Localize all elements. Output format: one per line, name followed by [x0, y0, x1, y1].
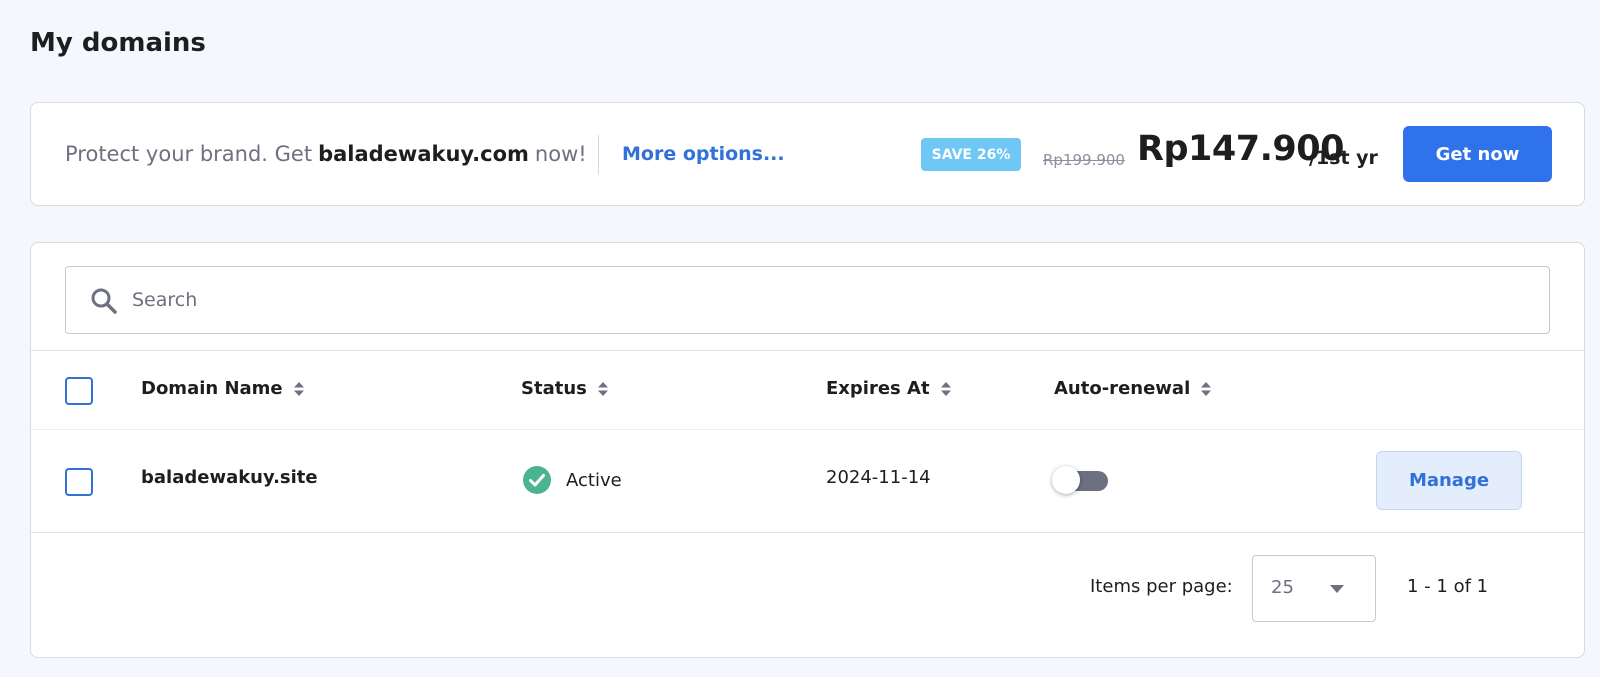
domains-table-card: Domain Name Status Expires At Auto-renew…	[30, 242, 1585, 658]
column-header-label: Status	[521, 378, 587, 399]
sort-icon	[293, 381, 304, 396]
row-checkbox[interactable]	[65, 468, 93, 496]
save-badge: SAVE 26%	[921, 138, 1021, 171]
promo-domain: baladewakuy.com	[318, 142, 529, 166]
column-header-domain-name[interactable]: Domain Name	[141, 378, 305, 399]
search-input[interactable]	[132, 267, 1532, 333]
manage-button[interactable]: Manage	[1376, 451, 1522, 510]
status-cell: Active	[522, 465, 622, 495]
divider	[31, 532, 1584, 533]
page-title: My domains	[30, 28, 206, 58]
sort-icon	[1201, 381, 1212, 396]
items-per-page-value: 25	[1271, 577, 1294, 598]
domain-name-cell[interactable]: baladewakuy.site	[141, 467, 318, 488]
promo-divider	[598, 135, 599, 175]
promo-banner: Protect your brand. Get baladewakuy.com …	[30, 102, 1585, 206]
more-options-link[interactable]: More options...	[622, 103, 785, 205]
pagination-range: 1 - 1 of 1	[1407, 576, 1489, 597]
divider	[31, 429, 1584, 430]
status-label: Active	[566, 469, 622, 491]
column-header-label: Expires At	[826, 378, 930, 399]
price-period: /1st yr	[1309, 147, 1378, 169]
toggle-knob	[1052, 466, 1080, 494]
chevron-down-icon	[1330, 585, 1344, 593]
sort-icon	[940, 381, 951, 396]
auto-renewal-toggle[interactable]	[1052, 466, 1108, 494]
select-all-checkbox[interactable]	[65, 377, 93, 405]
column-header-label: Domain Name	[141, 378, 283, 399]
column-header-label: Auto-renewal	[1054, 378, 1191, 399]
column-header-auto-renewal[interactable]: Auto-renewal	[1054, 378, 1212, 399]
promo-text-after: now!	[534, 142, 587, 166]
items-per-page-label: Items per page:	[1090, 576, 1233, 597]
items-per-page-select[interactable]: 25	[1252, 555, 1376, 622]
search-icon	[91, 288, 117, 314]
expires-cell: 2024-11-14	[826, 467, 931, 488]
promo-text-before: Protect your brand. Get	[65, 142, 313, 166]
promo-message: Protect your brand. Get baladewakuy.com …	[65, 103, 587, 205]
search-field[interactable]	[65, 266, 1550, 334]
divider	[31, 350, 1584, 351]
column-header-status[interactable]: Status	[521, 378, 609, 399]
sort-icon	[597, 381, 608, 396]
check-circle-icon	[523, 466, 551, 494]
column-header-expires-at[interactable]: Expires At	[826, 378, 952, 399]
old-price: Rp199.900	[1043, 151, 1125, 169]
get-now-button[interactable]: Get now	[1403, 126, 1552, 182]
